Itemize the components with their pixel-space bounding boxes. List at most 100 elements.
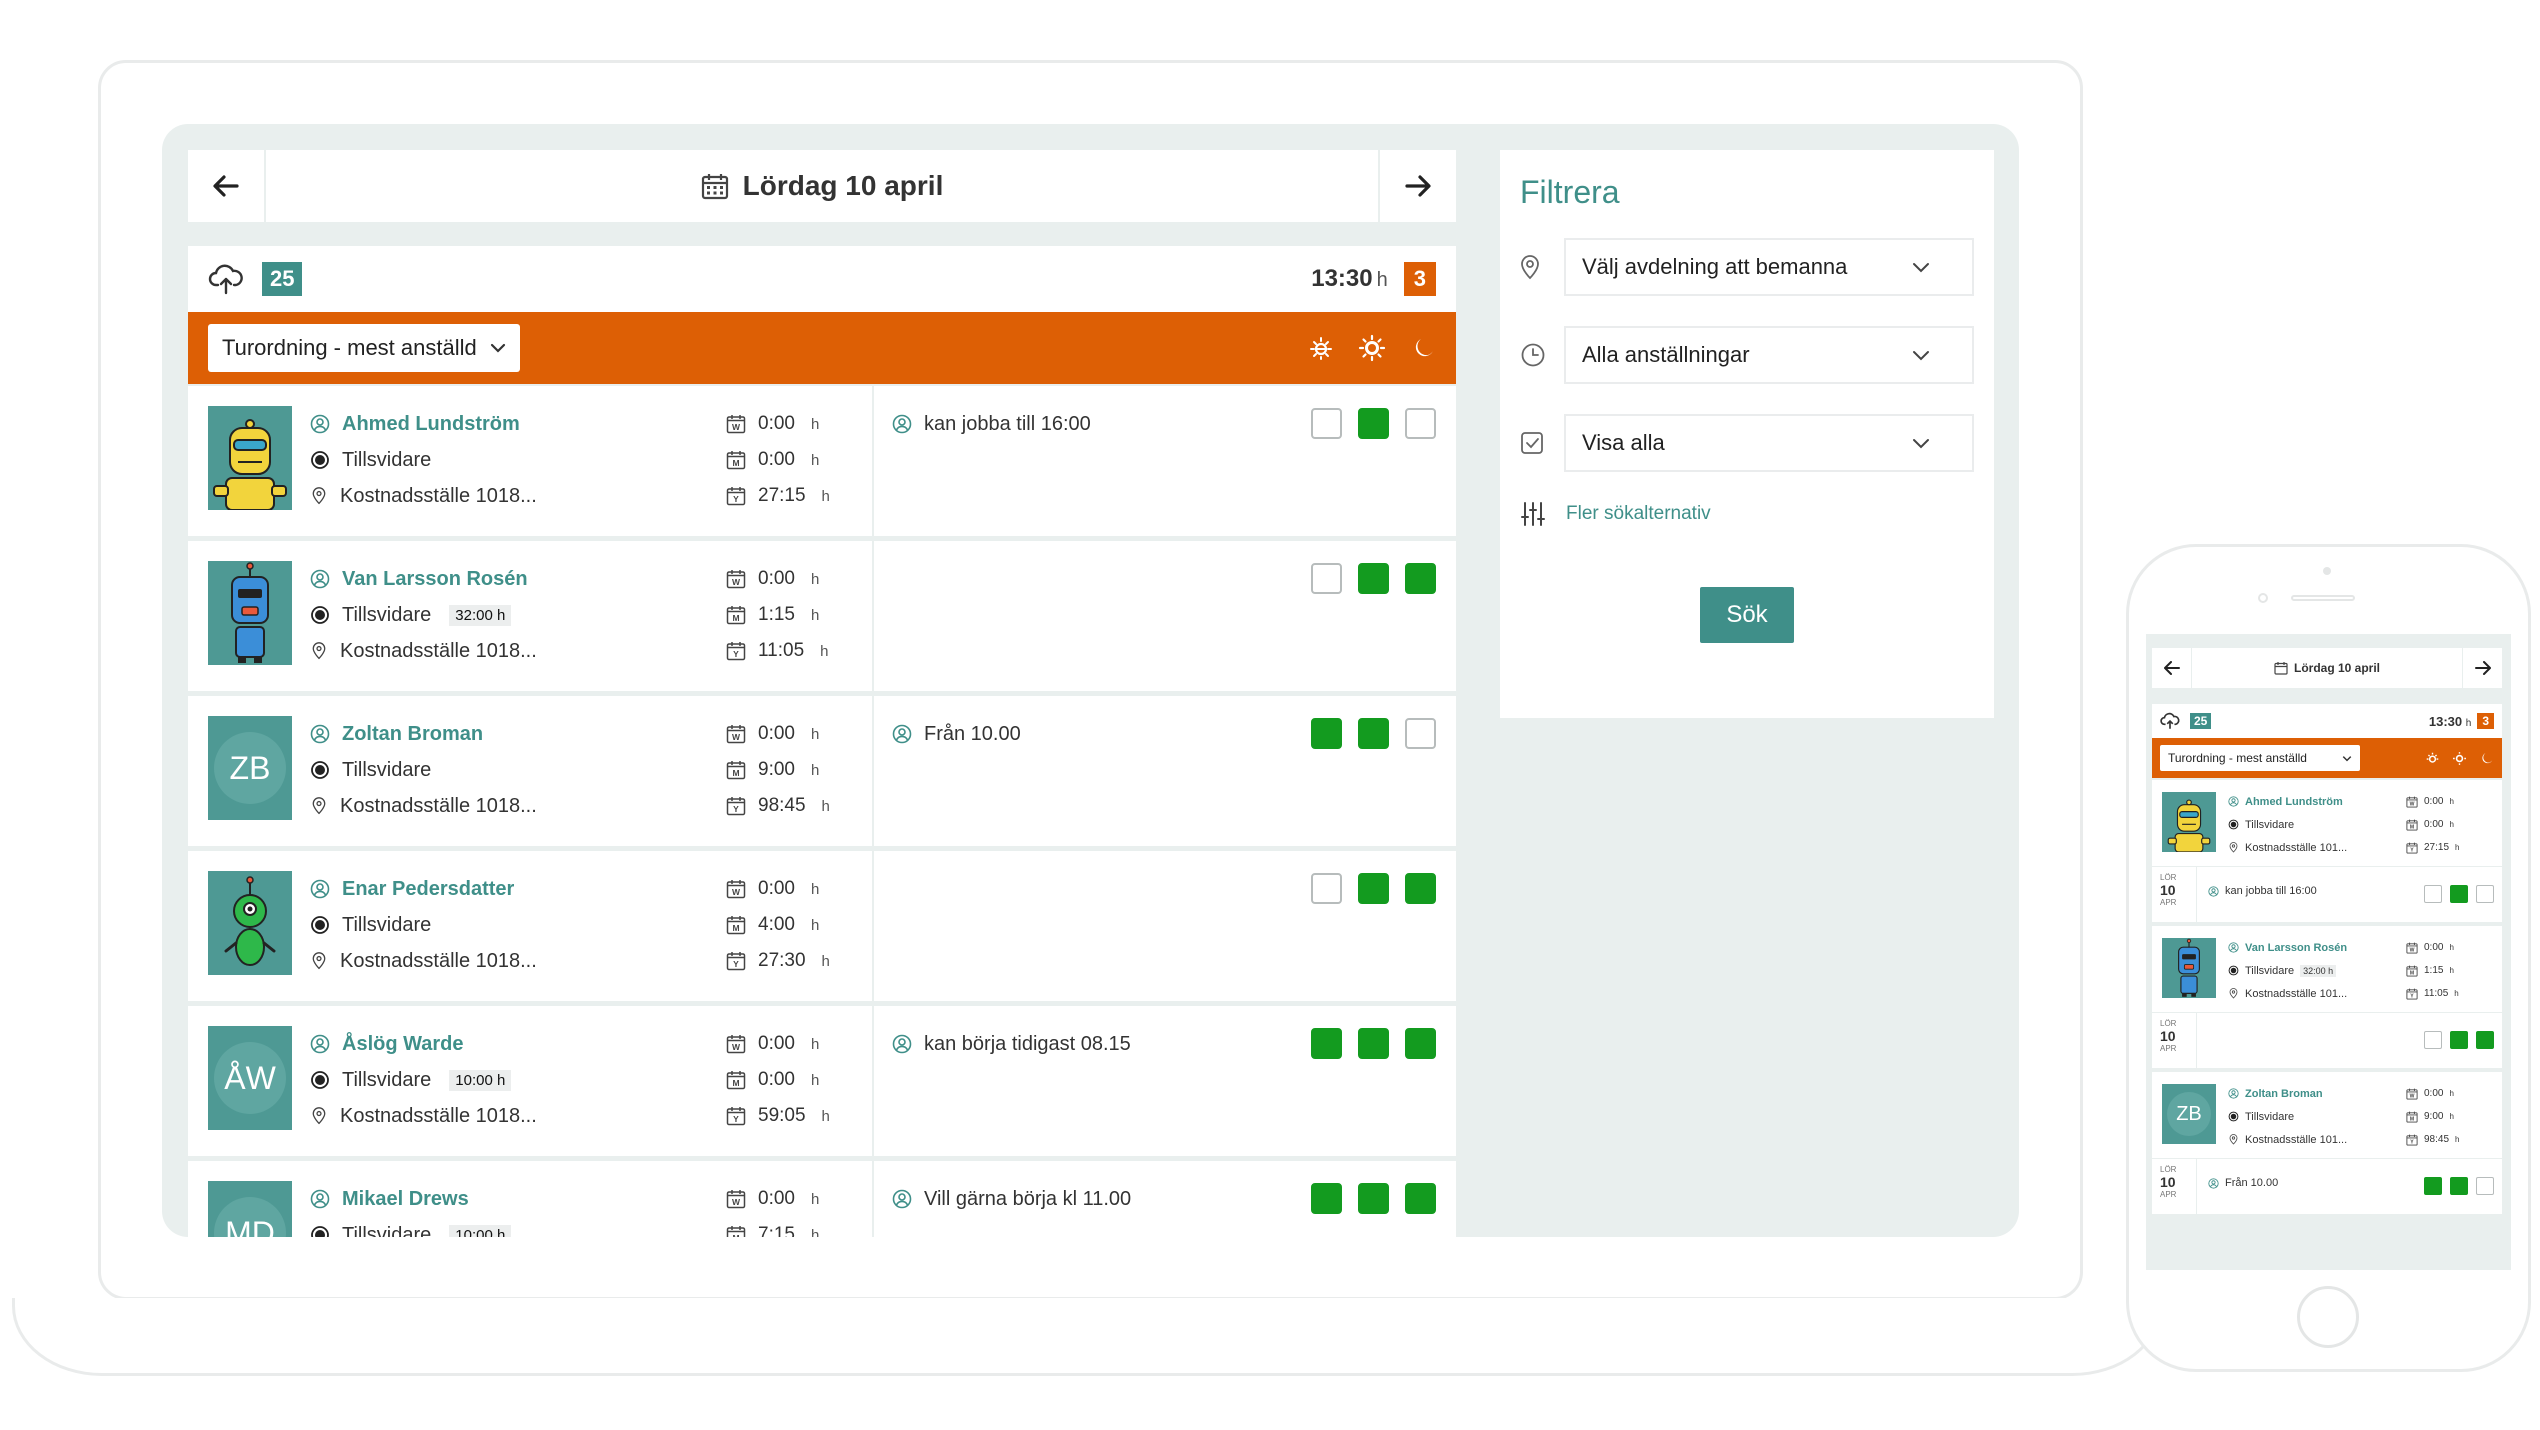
mobile-sort-select[interactable]: Turordning - mest anställd (2160, 745, 2360, 771)
chevron-down-icon (490, 343, 506, 353)
employee-name[interactable]: Zoltan Broman (342, 723, 483, 746)
search-button[interactable]: Sök (1700, 587, 1794, 643)
mobile-next-day-button[interactable] (2462, 648, 2502, 688)
employee-name[interactable]: Ahmed Lundström (342, 413, 520, 436)
name-line: Zoltan Broman (310, 716, 700, 752)
next-day-button[interactable] (1378, 150, 1456, 222)
moon-icon[interactable] (2479, 751, 2494, 766)
employment-filter-row: Alla anställningar (1520, 325, 1974, 385)
location-pin-icon (1520, 254, 1564, 280)
stat-value: 27:30 (758, 950, 806, 971)
shift-checkbox-evening[interactable] (1405, 563, 1436, 594)
employee-row[interactable]: ZB Zoltan Broman Tillsvidare Kostnadsstä… (188, 696, 1456, 846)
employee-row[interactable]: Van Larsson Rosén Tillsvidare 32:00 h Kos… (188, 541, 1456, 691)
shift-checkbox-morning[interactable] (1311, 1028, 1342, 1059)
shift-checkbox-morning[interactable] (1311, 718, 1342, 749)
employee-row[interactable]: Ahmed Lundström Tillsvidare Kostnadsstäl… (188, 386, 1456, 536)
employee-row[interactable]: ÅW Åslög Warde Tillsvidare 10:00 h Kostna… (188, 1006, 1456, 1156)
name-line: Åslög Warde (310, 1026, 700, 1062)
employee-name[interactable]: Ahmed Lundström (2245, 796, 2343, 808)
total-hours-unit: h (1376, 269, 1388, 291)
alert-badge[interactable]: 3 (1403, 262, 1436, 296)
stat-value: 27:15 (758, 485, 806, 506)
user-icon (310, 879, 330, 899)
role-line: Tillsvidare (310, 752, 700, 788)
mobile-employee-card[interactable]: Van Larsson Rosén Tillsvidare 32:00 h Kos… (2152, 926, 2502, 1012)
employee-name[interactable]: Mikael Drews (342, 1188, 469, 1211)
shift-checkbox-morning[interactable] (1311, 1183, 1342, 1214)
shift-checkbox-morning[interactable] (2424, 885, 2442, 903)
employee-name[interactable]: Åslög Warde (342, 1033, 464, 1056)
shift-checkbox-morning[interactable] (1311, 873, 1342, 904)
stat-line: Y 59:05 h (726, 1098, 866, 1134)
shift-checkbox-day[interactable] (1358, 873, 1389, 904)
user-icon (2228, 1088, 2239, 1099)
shift-checkbox-evening[interactable] (1405, 873, 1436, 904)
sunrise-icon[interactable] (1308, 334, 1334, 362)
stat-line: M 0:00 h (2406, 813, 2459, 836)
shift-checkbox-day[interactable] (2450, 885, 2468, 903)
sunrise-icon[interactable] (2425, 751, 2440, 766)
svg-text:M: M (732, 613, 739, 623)
sun-icon[interactable] (2452, 751, 2467, 766)
svg-text:W: W (2410, 1093, 2415, 1099)
stat-line: M 4:00 h (726, 907, 866, 943)
employee-row[interactable]: MD Mikael Drews Tillsvidare 10:00 h W 0:00… (188, 1161, 1456, 1237)
sun-icon[interactable] (1358, 334, 1386, 362)
shift-checkbox-evening[interactable] (2476, 1031, 2494, 1049)
shift-checkbox-evening[interactable] (1405, 408, 1436, 439)
date-title: Lördag 10 april (742, 170, 944, 201)
shift-checkbox-day[interactable] (1358, 1028, 1389, 1059)
employment-select[interactable]: Alla anställningar (1564, 326, 1974, 384)
mobile-previous-day-button[interactable] (2152, 648, 2192, 688)
employee-name[interactable]: Zoltan Broman (2245, 1088, 2323, 1100)
previous-day-button[interactable] (188, 150, 266, 222)
employee-stats: W 0:00 h M 7:15 h (726, 1181, 866, 1237)
mobile-date-navigation: Lördag 10 april (2152, 648, 2502, 688)
stat-line: W 0:00 h (726, 871, 866, 907)
employee-name[interactable]: Van Larsson Rosén (2245, 942, 2347, 954)
employee-name[interactable]: Van Larsson Rosén (342, 568, 528, 591)
visibility-select[interactable]: Visa alla (1564, 414, 1974, 472)
shift-checkbox-day[interactable] (1358, 408, 1389, 439)
shift-checkbox-day[interactable] (1358, 718, 1389, 749)
shift-checkboxes (1311, 1028, 1436, 1059)
stat-unit: h (810, 1226, 820, 1238)
shift-checkbox-evening[interactable] (2476, 1177, 2494, 1195)
shift-checkbox-day[interactable] (1358, 563, 1389, 594)
shift-checkbox-evening[interactable] (2476, 885, 2494, 903)
employee-row[interactable]: Enar Pedersdatter Tillsvidare Kostnadsst… (188, 851, 1456, 1001)
shift-checkbox-day[interactable] (2450, 1031, 2468, 1049)
department-select[interactable]: Välj avdelning att bemanna (1564, 238, 1974, 296)
row-divider (872, 386, 874, 536)
employee-stats: W 0:00 h M 4:00 h Y 27:30 h (726, 871, 866, 979)
mobile-alert-badge[interactable]: 3 (2477, 713, 2494, 729)
moon-icon[interactable] (1410, 334, 1436, 362)
shift-checkbox-evening[interactable] (1405, 1183, 1436, 1214)
contract-hours-tag: 10:00 h (449, 1224, 512, 1237)
mobile-employee-card[interactable]: Ahmed Lundström Tillsvidare Kostnadsstäl… (2152, 780, 2502, 866)
shift-checkbox-morning[interactable] (1311, 563, 1342, 594)
mobile-employee-card[interactable]: ZB Zoltan Broman Tillsvidare Kostnadsstä… (2152, 1072, 2502, 1158)
cloud-upload-icon[interactable] (2160, 712, 2180, 730)
shift-checkboxes (2424, 885, 2494, 903)
cloud-upload-icon[interactable] (208, 263, 244, 295)
calendar-y-icon: Y (2406, 988, 2418, 1000)
more-search-options-link[interactable]: Fler sökalternativ (1520, 501, 1974, 527)
location-pin-icon (2228, 842, 2239, 853)
svg-text:W: W (732, 887, 741, 897)
calendar-y-icon: Y (726, 951, 746, 971)
shift-checkbox-evening[interactable] (1405, 718, 1436, 749)
employee-name[interactable]: Enar Pedersdatter (342, 878, 514, 901)
stat-unit: h (821, 487, 830, 505)
employment-type-icon (310, 1225, 330, 1237)
shift-checkbox-morning[interactable] (2424, 1177, 2442, 1195)
shift-checkbox-evening[interactable] (1405, 1028, 1436, 1059)
shift-checkbox-day[interactable] (2450, 1177, 2468, 1195)
department-select-value: Välj avdelning att bemanna (1582, 254, 1848, 279)
shift-checkbox-morning[interactable] (2424, 1031, 2442, 1049)
shift-checkbox-morning[interactable] (1311, 408, 1342, 439)
shift-checkbox-day[interactable] (1358, 1183, 1389, 1214)
sort-select[interactable]: Turordning - mest anställd (208, 324, 520, 372)
stat-unit: h (821, 797, 830, 815)
